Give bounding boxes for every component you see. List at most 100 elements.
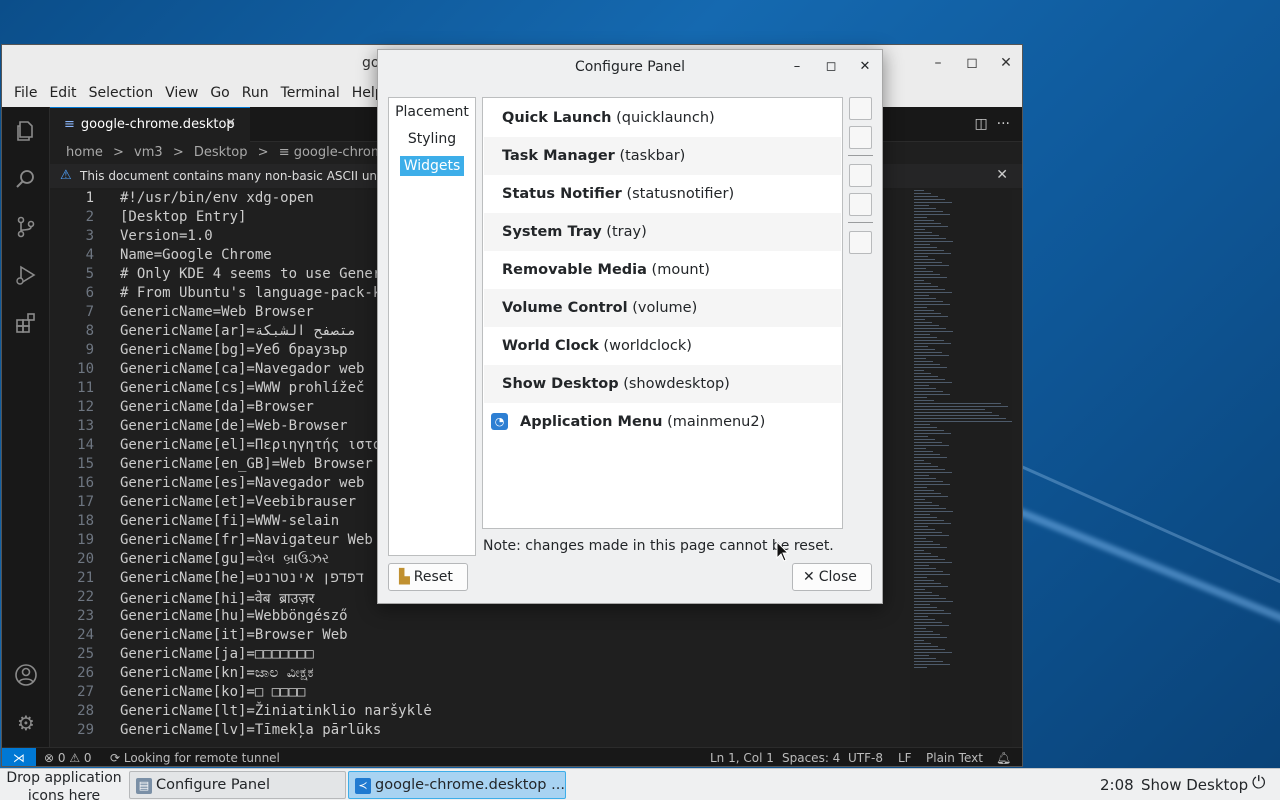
code-line[interactable]: 25 GenericName[ja]=□□□□□□□ [50,646,910,665]
explorer-icon[interactable] [14,119,38,143]
breadcrumb-desktop[interactable]: Desktop [194,145,248,160]
remote-tunnel-status[interactable]: ⟳ Looking for remote tunnel [110,751,280,765]
minimap-line [914,388,936,389]
close-icon[interactable]: ✕ [225,116,236,131]
search-icon[interactable] [14,167,38,191]
minimap[interactable] [914,190,1014,690]
minimap-line [914,307,927,308]
menu-run[interactable]: Run [236,81,275,107]
minimap-line [914,604,930,605]
tab-google-chrome-desktop[interactable]: ≡ google-chrome.desktop ✕ [50,107,250,142]
code-line[interactable]: 29 GenericName[lv]=Tīmekļa pārlūks [50,722,910,741]
widget-row-showdesktop[interactable]: Show Desktop (showdesktop) [484,365,841,403]
end-of-line[interactable]: LF [898,751,912,765]
code-line[interactable]: 23 GenericName[hu]=Webböngésző [50,608,910,627]
minimap-line [914,373,931,374]
category-styling[interactable]: Styling [389,131,475,147]
widget-row-worldclock[interactable]: World Clock (worldclock) [484,327,841,365]
dialog-titlebar[interactable]: Configure Panel [378,50,882,84]
account-icon[interactable] [14,663,38,687]
widget-row-taskbar[interactable]: Task Manager (taskbar) [484,137,841,175]
configure-widget-button[interactable] [849,231,872,254]
show-desktop-button[interactable]: Show Desktop [1141,776,1248,794]
widget-row-statusnotifier[interactable]: Status Notifier (statusnotifier) [484,175,841,213]
code-line[interactable]: 26 GenericName[kn]=ಜಾಲ ವೀಕ್ಷಕ [50,665,910,684]
category-placement[interactable]: Placement [389,104,475,120]
minimap-line [914,223,941,224]
minimap-line [914,457,947,458]
code-line[interactable]: 27 GenericName[ko]=□ □□□□ [50,684,910,703]
minimap-line [914,631,933,632]
menu-view[interactable]: View [159,81,204,107]
minimize-button[interactable]: – [928,53,948,73]
menu-selection[interactable]: Selection [83,81,160,107]
minimap-line [914,217,927,218]
minimap-line [914,532,942,533]
editor-actions[interactable]: ◫ ··· [975,116,1010,132]
move-up-button[interactable] [849,164,872,187]
breadcrumb-home[interactable]: home [66,145,103,160]
minimap-line [914,232,932,233]
source-control-icon[interactable] [14,215,38,239]
remote-icon[interactable]: ⋊ [2,748,36,766]
widget-row-volume[interactable]: Volume Control (volume) [484,289,841,327]
minimap-line [914,394,950,395]
run-debug-icon[interactable] [14,263,38,287]
move-down-button[interactable] [849,193,872,216]
menu-go[interactable]: Go [204,81,235,107]
minimap-line [914,634,940,635]
encoding[interactable]: UTF-8 [848,751,883,765]
menu-edit[interactable]: Edit [43,81,82,107]
bell-icon[interactable]: 🔔︎ [996,751,1011,765]
line-number: 8 [85,323,94,339]
minimap-line [914,652,952,653]
task-configure-panel[interactable]: ▤ Configure Panel [129,771,346,799]
widget-row-mount[interactable]: Removable Media (mount) [484,251,841,289]
code-text: GenericName[ca]=Navegador web [120,361,365,377]
close-button[interactable]: ✕ [856,58,874,76]
close-icon[interactable]: ✕ [996,167,1008,183]
reset-button[interactable]: ▙ Reset [388,563,468,591]
gear-icon[interactable]: ⚙ [14,711,38,735]
minimap-line [914,385,929,386]
minimap-line [914,412,992,413]
minimap-line [914,514,930,515]
minimap-line [914,655,929,656]
maximize-button[interactable]: ◻ [822,58,840,76]
widget-row-mainmenu2[interactable]: ◔ Application Menu (mainmenu2) [484,403,841,441]
close-button[interactable]: ✕ [996,53,1016,73]
category-widgets[interactable]: Widgets [389,156,475,176]
minimap-line [914,310,934,311]
line-number: 27 [77,684,94,700]
power-icon[interactable]: ⏻ [1252,773,1265,793]
minimap-line [914,568,936,569]
breadcrumb-vm3[interactable]: vm3 [134,145,163,160]
maximize-button[interactable]: ◻ [962,53,982,73]
minimap-line [914,487,927,488]
line-number: 7 [85,304,94,320]
dialog-close-button[interactable]: ✕ Close [792,563,872,591]
minimap-line [914,391,943,392]
code-line[interactable]: 28 GenericName[lt]=Žiniatinklio naršyklė [50,703,910,722]
line-number: 18 [77,513,94,529]
add-widget-button[interactable] [849,97,872,120]
menu-file[interactable]: File [8,81,43,107]
remove-widget-button[interactable] [849,126,872,149]
problems-indicator[interactable]: ⊗ 0 ⚠ 0 [44,751,92,765]
editor-scrollbar[interactable] [1012,190,1022,748]
widget-row-quicklaunch[interactable]: Quick Launch (quicklaunch) [484,99,841,137]
cursor-position[interactable]: Ln 1, Col 1 [710,751,774,765]
minimap-line [914,520,944,521]
code-line[interactable]: 24 GenericName[it]=Browser Web [50,627,910,646]
line-number: 15 [77,456,94,472]
quick-launch-dropzone[interactable]: Drop application icons here [2,769,126,800]
task-vscode[interactable]: ≺ google-chrome.desktop ... [348,771,566,799]
menu-terminal[interactable]: Terminal [275,81,346,107]
extensions-icon[interactable] [14,311,38,335]
minimize-button[interactable]: – [788,58,806,76]
indentation[interactable]: Spaces: 4 [782,751,840,765]
minimap-line [914,592,932,593]
widget-row-tray[interactable]: System Tray (tray) [484,213,841,251]
language-mode[interactable]: Plain Text [926,751,983,765]
clock[interactable]: 2:08 [1100,776,1134,794]
